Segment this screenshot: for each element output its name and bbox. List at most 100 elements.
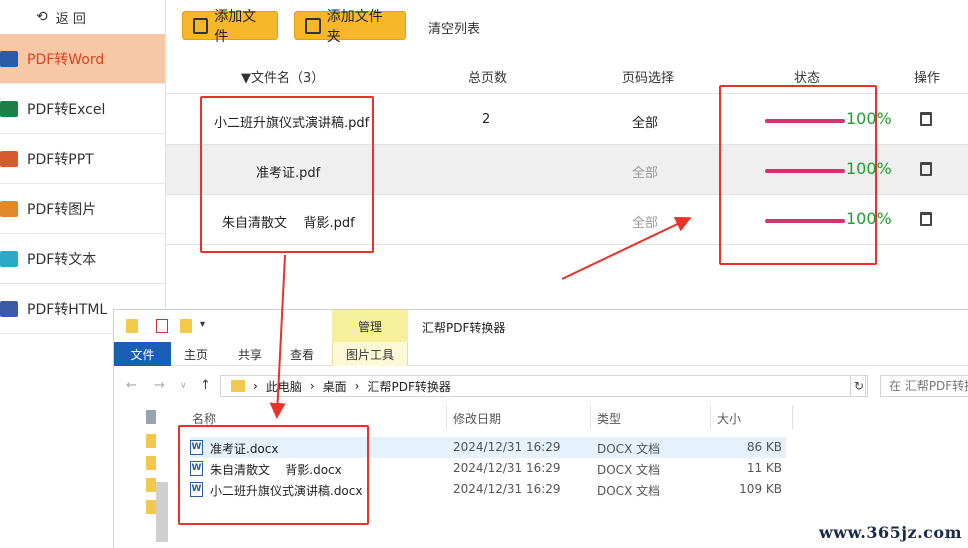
nav-pdf-to-excel[interactable]: PDF转Excel (0, 84, 165, 134)
file-type: DOCX 文档 (597, 442, 661, 456)
nav-label: PDF转PPT (27, 151, 94, 168)
tab-label: 图片工具 (345, 347, 394, 362)
watermark: www.365jz.com (819, 523, 962, 542)
search-input[interactable]: 在 汇帮PDF转换 (880, 375, 968, 397)
folder-icon[interactable] (146, 500, 156, 514)
folder-icon[interactable] (146, 478, 156, 492)
progress-bar (765, 119, 845, 123)
ribbon: 文件 主页 共享 查看 图片工具 (114, 342, 968, 366)
file-name: 小二班升旗仪式演讲稿.docx (210, 484, 363, 498)
back-arrow-icon[interactable]: ← (126, 378, 137, 393)
word-doc-icon: W (190, 440, 203, 455)
recent-dropdown-icon[interactable]: ∨ (180, 381, 187, 391)
file-size: 11 KB (746, 461, 782, 475)
ppt-icon (0, 151, 18, 167)
tab-label: 文件 (130, 347, 155, 362)
manage-label: 管理 (357, 319, 382, 334)
address-row: ← → ∨ ↑ › 此电脑 › 桌面 › 汇帮PDF转换器 ↻ 在 汇帮PDF转… (114, 372, 968, 400)
add-file-label: 添加文件 (214, 8, 257, 45)
column-divider (590, 405, 591, 429)
file-row[interactable]: W 朱自清散文 背影.docx 2024/12/31 16:29 DOCX 文档… (190, 458, 786, 479)
dropdown-icon[interactable]: ▾ (200, 319, 212, 333)
col-size[interactable]: 大小 (717, 410, 741, 427)
tab-label: 查看 (289, 347, 314, 362)
file-size: 86 KB (746, 440, 782, 454)
file-name: 小二班升旗仪式演讲稿.pdf (214, 116, 370, 131)
col-type[interactable]: 类型 (597, 410, 621, 427)
clear-list-button[interactable]: 清空列表 (428, 18, 480, 37)
properties-icon[interactable] (156, 319, 168, 333)
html-icon (0, 301, 18, 317)
explorer-titlebar: ▾ 管理 汇帮PDF转换器 (114, 310, 968, 342)
tab-label: 主页 (183, 347, 208, 362)
column-divider (446, 405, 447, 429)
table-row: 朱自清散文 背影.pdf 全部 100% (166, 195, 968, 245)
nav-pdf-to-image[interactable]: PDF转图片 (0, 184, 165, 234)
tab-file[interactable]: 文件 (114, 342, 171, 366)
tab-view[interactable]: 查看 (282, 342, 322, 366)
file-row[interactable]: W 准考证.docx 2024/12/31 16:29 DOCX 文档 86 K… (190, 437, 786, 458)
table-row: 小二班升旗仪式演讲稿.pdf 2 全部 100% (166, 95, 968, 145)
column-divider (792, 405, 793, 429)
delete-icon[interactable] (920, 212, 932, 226)
nav-label: PDF转图片 (27, 201, 97, 218)
navigation-pane (114, 402, 170, 548)
table-row: 准考证.pdf 全部 100% (166, 145, 968, 195)
status-percent: 100% (846, 209, 892, 228)
word-doc-icon: W (190, 461, 203, 476)
nav-pdf-to-text[interactable]: PDF转文本 (0, 234, 165, 284)
word-icon (0, 51, 18, 67)
toolbar: 添加文件 添加文件夹 清空列表 (166, 0, 968, 52)
table-header: ▼文件名（3） 总页数 页码选择 状态 操作 (166, 56, 968, 94)
up-arrow-icon[interactable]: ↑ (200, 378, 211, 393)
file-name: 准考证.docx (210, 442, 279, 456)
nav-label: PDF转文本 (27, 251, 97, 268)
back-label: 返 回 (55, 11, 86, 27)
address-bar[interactable]: › 此电脑 › 桌面 › 汇帮PDF转换器 (220, 375, 866, 397)
file-name: 朱自清散文 背影.pdf (222, 216, 355, 231)
tab-manage[interactable]: 管理 (332, 310, 408, 342)
word-doc-icon: W (190, 482, 203, 497)
col-action: 操作 (914, 71, 941, 86)
col-filename[interactable]: ▼文件名（3） (241, 67, 324, 86)
file-name: 准考证.pdf (256, 166, 321, 181)
breadcrumb-item[interactable]: 桌面 (323, 378, 347, 395)
file-row[interactable]: W 小二班升旗仪式演讲稿.docx 2024/12/31 16:29 DOCX … (190, 479, 786, 500)
page-count: 2 (482, 112, 491, 127)
tab-home[interactable]: 主页 (176, 342, 216, 366)
pin-icon[interactable] (146, 410, 156, 424)
refresh-icon[interactable]: ↻ (850, 375, 868, 397)
forward-arrow-icon[interactable]: → (154, 378, 165, 393)
file-modified: 2024/12/31 16:29 (453, 482, 561, 496)
page-select[interactable]: 全部 (632, 212, 658, 231)
breadcrumb-item[interactable]: 此电脑 (266, 378, 302, 395)
back-button[interactable]: ⟲ 返 回 (0, 0, 165, 34)
add-folder-button[interactable]: 添加文件夹 (294, 9, 406, 45)
delete-icon[interactable] (920, 162, 932, 176)
delete-icon[interactable] (920, 112, 932, 126)
progress-bar (765, 169, 845, 173)
col-name[interactable]: 名称 (192, 410, 216, 427)
folder-icon[interactable] (146, 434, 156, 448)
folder-icon[interactable] (146, 456, 156, 470)
excel-icon (0, 101, 18, 117)
tab-share[interactable]: 共享 (230, 342, 270, 366)
col-modified[interactable]: 修改日期 (453, 410, 501, 427)
image-icon (0, 201, 18, 217)
col-page-select: 页码选择 (622, 71, 675, 86)
page-select[interactable]: 全部 (632, 112, 658, 131)
add-folder-label: 添加文件夹 (326, 8, 383, 45)
file-type: DOCX 文档 (597, 463, 661, 477)
col-status: 状态 (794, 71, 821, 86)
nav-pdf-to-ppt[interactable]: PDF转PPT (0, 134, 165, 184)
add-file-button[interactable]: 添加文件 (182, 9, 278, 45)
progress-bar (765, 219, 845, 223)
new-folder-icon[interactable] (180, 319, 192, 333)
page-select[interactable]: 全部 (632, 162, 658, 181)
scrollbar[interactable] (156, 482, 168, 542)
tab-picture-tools[interactable]: 图片工具 (332, 342, 408, 366)
column-divider (710, 405, 711, 429)
file-explorer-window: ▾ 管理 汇帮PDF转换器 文件 主页 共享 查看 图片工具 ← → ∨ ↑ ›… (113, 309, 968, 548)
breadcrumb-item[interactable]: 汇帮PDF转换器 (367, 378, 450, 395)
nav-pdf-to-word[interactable]: PDF转Word (0, 34, 165, 84)
